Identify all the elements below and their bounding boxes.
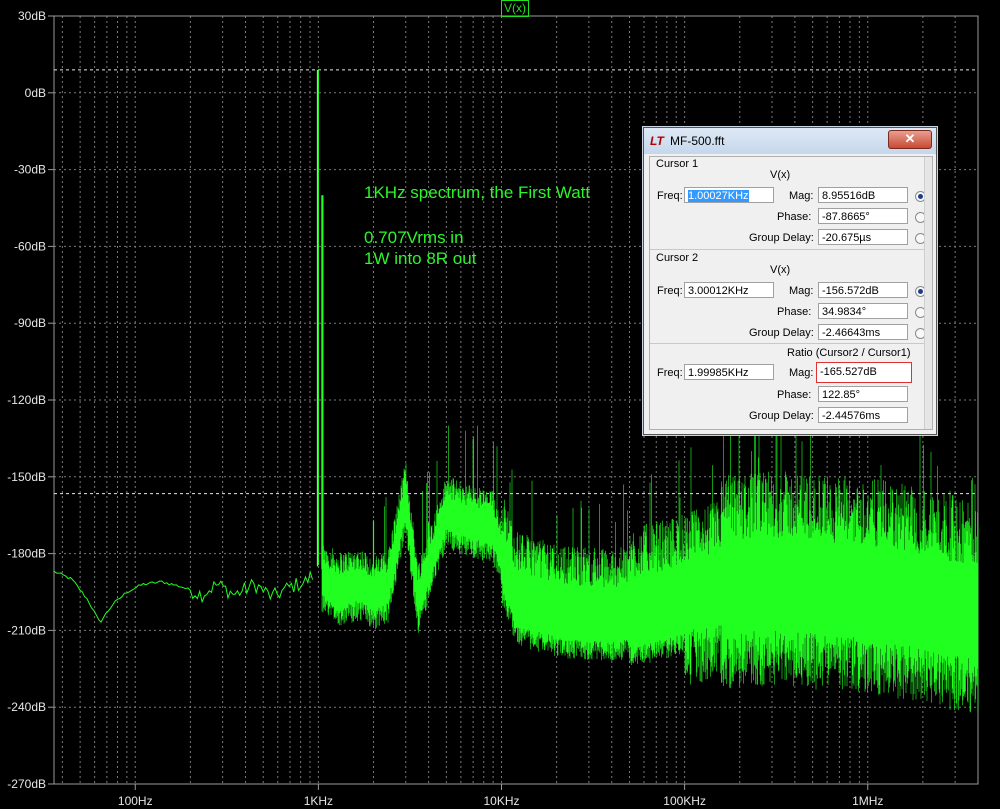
y-tick-label: -270dB	[7, 777, 46, 791]
cursor1-mag-field[interactable]: 8.95516dB	[818, 187, 908, 203]
ratio-gd-label: Group Delay:	[749, 410, 814, 422]
y-tick-label: -90dB	[14, 316, 46, 330]
cursor2-phase-label: Phase:	[777, 306, 812, 318]
close-button[interactable]: ✕	[888, 130, 932, 149]
cursor2-freq-field[interactable]: 3.00012KHz	[684, 282, 774, 298]
y-tick-label: -150dB	[7, 470, 46, 484]
cursor1-phase-label: Phase:	[777, 211, 812, 223]
x-axis-labels: 100Hz 1KHz 10KHz 100KHz 1MHz	[118, 794, 884, 808]
ratio-freq-field[interactable]: 1.99985KHz	[684, 364, 774, 380]
cursor1-heading: Cursor 1	[656, 158, 699, 170]
divider	[650, 343, 932, 344]
dialog-scrollbar[interactable]	[924, 157, 932, 429]
dialog-title: MF-500.fft	[670, 134, 725, 148]
y-tick-label: 30dB	[18, 9, 46, 23]
divider	[650, 249, 932, 250]
x-tick-label: 1MHz	[852, 794, 883, 808]
cursor1-freq-field[interactable]: 1.00027KHz	[684, 187, 774, 203]
ltspice-logo-icon: LT	[650, 134, 664, 148]
y-tick-label: -240dB	[7, 700, 46, 714]
cursor1-gd-field[interactable]: -20.675µs	[818, 229, 908, 245]
cursor1-trace: V(x)	[770, 169, 791, 181]
cursor1-freq-label: Freq:	[657, 190, 683, 202]
y-tick-label: -120dB	[7, 393, 46, 407]
x-tick-label: 10KHz	[483, 794, 519, 808]
cursor-dialog: LT MF-500.fft ✕ Cursor 1 V(x) Freq: 1.00…	[643, 127, 937, 435]
ratio-mag-label: Mag:	[789, 367, 814, 379]
ratio-mag-field[interactable]: -165.527dB	[816, 362, 912, 383]
y-tick-label: -60dB	[14, 239, 46, 253]
cursor1-mag-label: Mag:	[789, 190, 814, 202]
cursor2-mag-label: Mag:	[789, 285, 814, 297]
y-tick-label: -180dB	[7, 547, 46, 561]
trace-low-band	[53, 570, 314, 623]
ratio-gd-field[interactable]: -2.44576ms	[818, 407, 908, 423]
y-axis-labels: 30dB 0dB -30dB -60dB -90dB -120dB -150dB -180dB…	[7, 9, 46, 791]
cursor2-mag-field[interactable]: -156.572dB	[818, 282, 908, 298]
dialog-titlebar[interactable]: LT MF-500.fft ✕	[644, 128, 936, 154]
ratio-phase-field[interactable]: 122.85°	[818, 386, 908, 402]
ratio-heading: Ratio (Cursor2 / Cursor1)	[787, 347, 911, 359]
ratio-freq-label: Freq:	[657, 367, 683, 379]
annotation-output[interactable]: 1W into 8R out	[364, 249, 476, 269]
y-tick-label: 0dB	[25, 86, 46, 100]
cursor2-gd-label: Group Delay:	[749, 327, 814, 339]
y-tick-label: -210dB	[7, 623, 46, 637]
annotation-input[interactable]: 0.707Vrms in	[364, 228, 464, 248]
cursor2-trace: V(x)	[770, 264, 791, 276]
cursor1-phase-field[interactable]: -87.8665°	[818, 208, 908, 224]
trace-label[interactable]: V(x)	[501, 0, 529, 17]
x-tick-label: 100KHz	[663, 794, 706, 808]
x-tick-label: 1KHz	[304, 794, 333, 808]
x-tick-label: 100Hz	[118, 794, 153, 808]
noise-floor-trace	[321, 408, 979, 713]
cursor1-gd-label: Group Delay:	[749, 232, 814, 244]
cursor2-gd-field[interactable]: -2.46643ms	[818, 324, 908, 340]
cursor2-phase-field[interactable]: 34.9834°	[818, 303, 908, 319]
dialog-body: Cursor 1 V(x) Freq: 1.00027KHz Mag: 8.95…	[649, 156, 933, 430]
trace-noise-band	[321, 408, 979, 713]
y-tick-label: -30dB	[14, 163, 46, 177]
cursor2-heading: Cursor 2	[656, 252, 699, 264]
annotation-title[interactable]: 1KHz spectrum, the First Watt	[364, 183, 590, 203]
cursor2-freq-label: Freq:	[657, 285, 683, 297]
ratio-phase-label: Phase:	[777, 389, 812, 401]
